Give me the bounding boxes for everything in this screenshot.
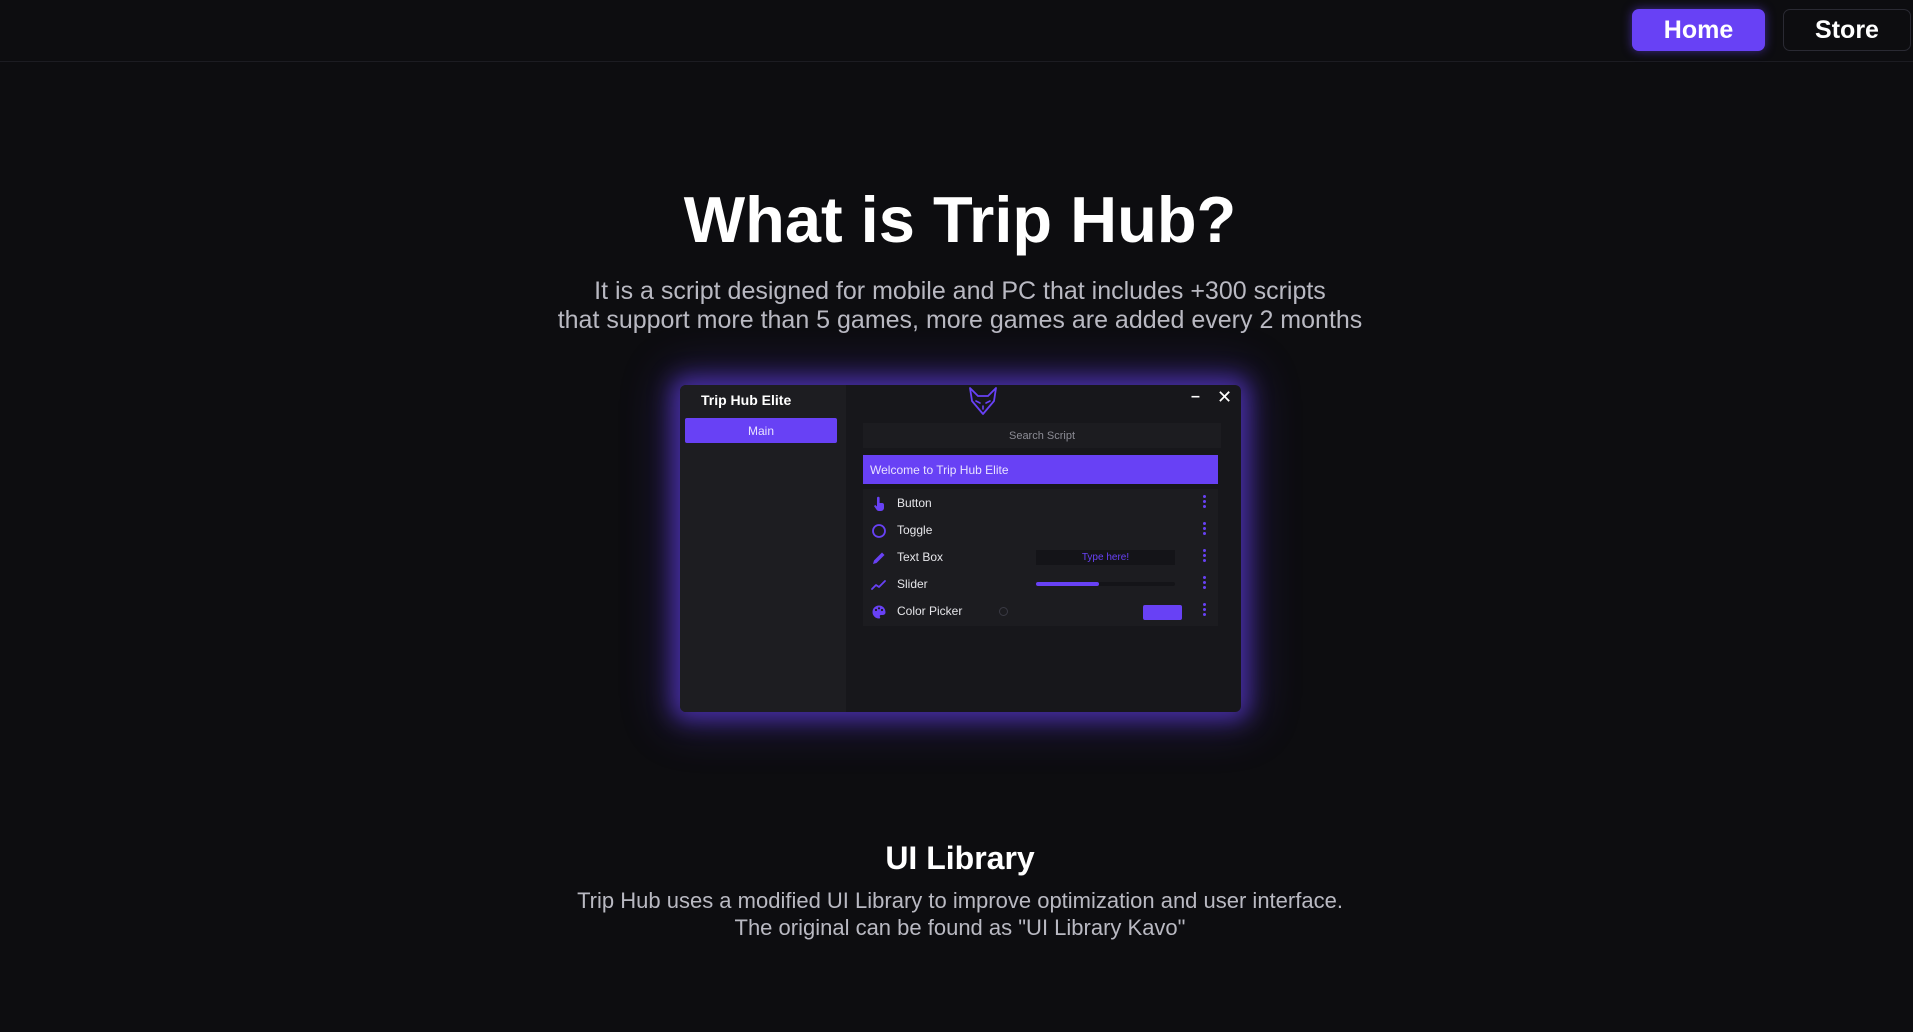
preview-row-label: Color Picker (897, 604, 963, 618)
preview-row-textbox: Text Box Type here! (863, 543, 1218, 572)
top-navbar: Home Store (0, 0, 1913, 62)
preview-slider-fill (1036, 582, 1099, 586)
preview-tab-main: Main (685, 418, 837, 443)
pencil-icon (873, 552, 885, 564)
page-title: What is Trip Hub? (683, 183, 1237, 256)
store-button[interactable]: Store (1783, 9, 1911, 51)
palette-icon (872, 605, 886, 619)
more-options-icon (1203, 495, 1207, 513)
section-text-ui-library: Trip Hub uses a modified UI Library to i… (0, 887, 1913, 941)
fox-head-icon (969, 387, 997, 415)
section-title-ui-library: UI Library (885, 840, 1035, 876)
preview-row-label: Button (897, 496, 932, 510)
hero-subtitle-line-1: It is a script designed for mobile and P… (594, 277, 1326, 305)
preview-minimize-icon: – (1191, 388, 1200, 405)
more-options-icon (1203, 576, 1207, 594)
home-button[interactable]: Home (1632, 9, 1765, 51)
preview-search-field: Search Script (863, 423, 1221, 448)
preview-row-slider: Slider (863, 570, 1218, 599)
library-text-line-1: Trip Hub uses a modified UI Library to i… (577, 888, 1343, 913)
preview-close-icon: ✕ (1217, 387, 1233, 407)
preview-row-label: Text Box (897, 550, 944, 564)
preview-color-swatch (1143, 605, 1182, 620)
preview-textbox-field: Type here! (1036, 550, 1175, 565)
pointer-hand-icon (874, 496, 884, 511)
preview-slider-track (1036, 582, 1175, 586)
preview-row-label: Toggle (897, 523, 933, 537)
preview-window-title: Trip Hub Elite (701, 392, 792, 408)
preview-welcome-banner: Welcome to Trip Hub Elite (863, 455, 1218, 484)
ui-preview-window: Trip Hub Elite Main – ✕ Search Script We… (680, 385, 1241, 712)
preview-row-label: Slider (897, 577, 928, 591)
more-options-icon (1203, 522, 1207, 540)
circle-outline-icon (872, 524, 886, 538)
preview-row-button: Button (863, 489, 1218, 518)
library-text-line-2: The original can be found as "UI Library… (734, 915, 1186, 940)
preview-row-colorpicker: Color Picker (863, 597, 1218, 626)
hero-subtitle: It is a script designed for mobile and P… (0, 277, 1913, 335)
preview-row-toggle: Toggle (863, 516, 1218, 545)
more-options-icon (1203, 603, 1207, 621)
more-options-icon (1203, 549, 1207, 567)
hero-subtitle-line-2: that support more than 5 games, more gam… (557, 306, 1363, 334)
preview-colorpicker-circle (999, 607, 1008, 616)
trend-line-icon (871, 580, 886, 590)
